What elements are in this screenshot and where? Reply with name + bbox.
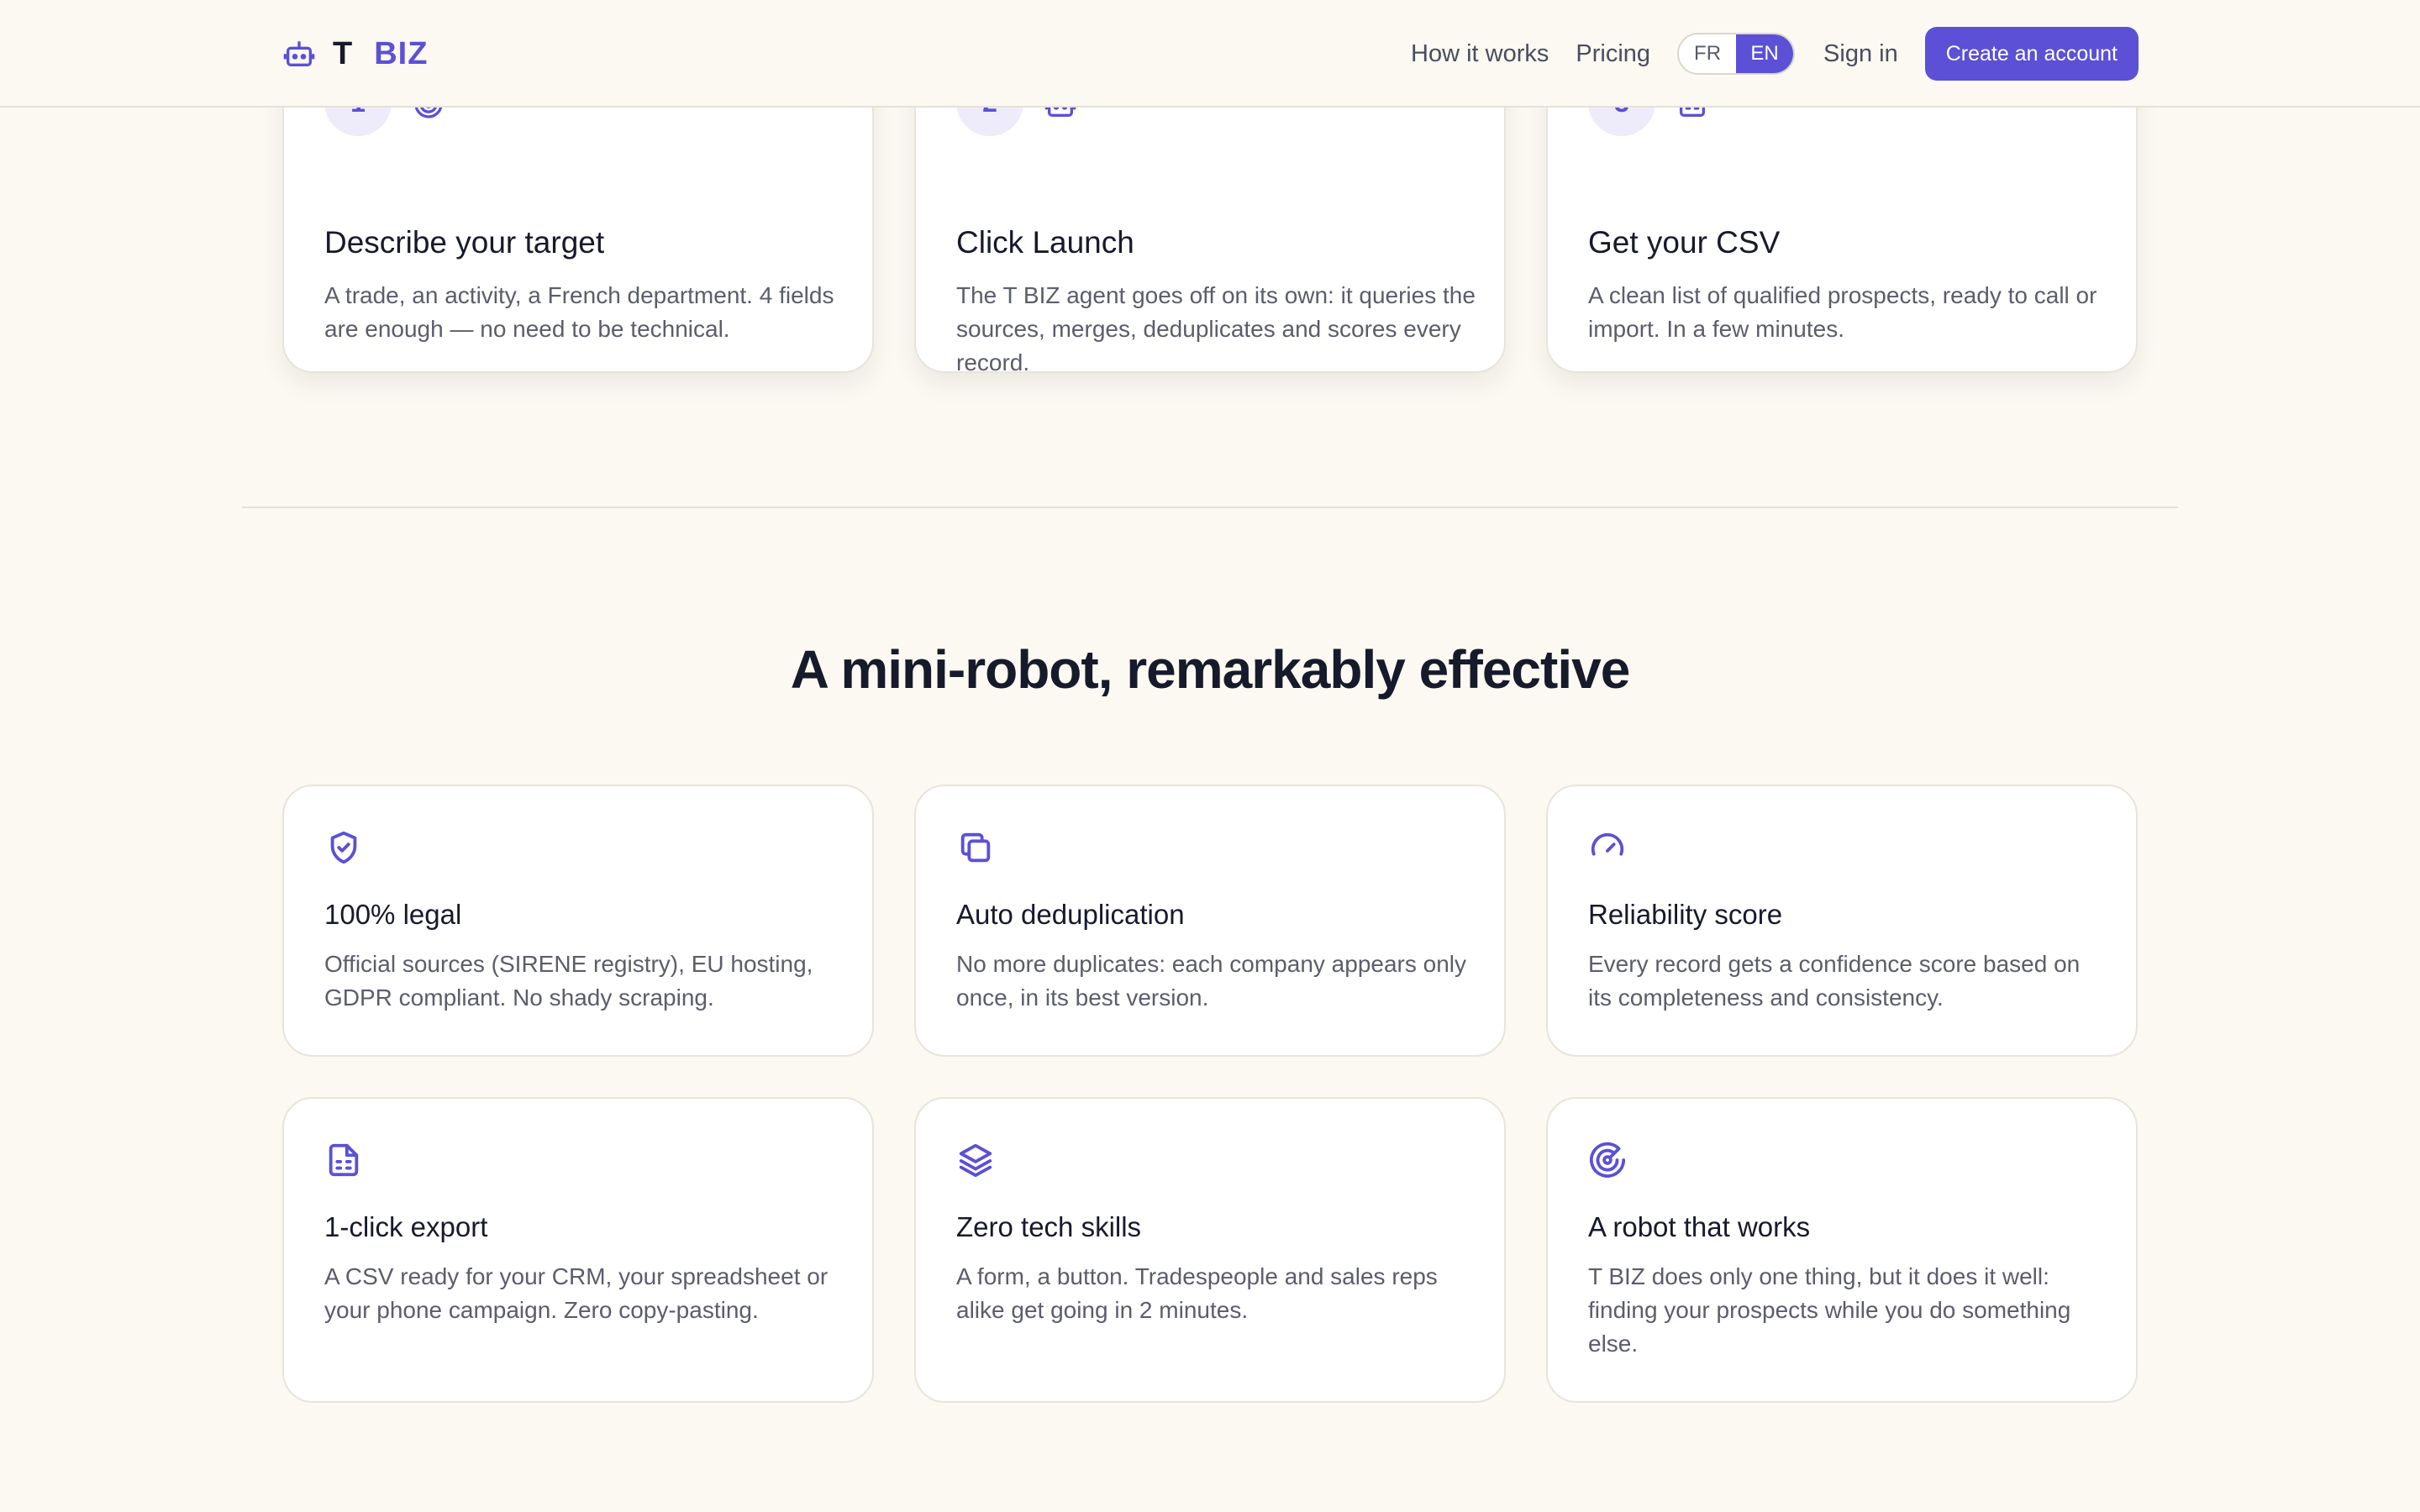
- feature-title: Zero tech skills: [956, 1211, 1142, 1242]
- brand-name-biz: BIZ: [374, 35, 429, 71]
- feature-description: No more duplicates: each company appears…: [956, 951, 1467, 1011]
- feature-description: T BIZ does only one thing, but it does i…: [1588, 1263, 2071, 1357]
- step-title: Get your CSV: [1588, 225, 1781, 260]
- feature-title: 1-click export: [324, 1211, 488, 1242]
- feature-title: A robot that works: [1588, 1211, 1811, 1242]
- brand-logo[interactable]: T BIZ: [282, 34, 428, 74]
- page: 1 Describe your target A trade, an activ…: [0, 0, 2420, 1512]
- feature-card-legal: 100% legal Official sources (SIRENE regi…: [282, 785, 874, 1057]
- create-account-button[interactable]: Create an account: [1924, 27, 2139, 81]
- top-navbar: T BIZ How it works Pricing FR EN Sign in…: [0, 0, 2420, 108]
- section-title: A mini-robot, remarkably effective: [790, 639, 1631, 700]
- shield-check-icon: [330, 831, 357, 864]
- feature-card-deduplication: Auto deduplication No more duplicates: e…: [914, 785, 1506, 1057]
- feature-title: 100% legal: [324, 899, 462, 930]
- main-nav: How it works Pricing FR EN Sign in Creat…: [1411, 27, 2139, 81]
- feature-description: Every record gets a confidence score bas…: [1588, 951, 2081, 1011]
- feature-description: Official sources (SIRENE registry), EU h…: [324, 951, 813, 1011]
- feature-title: Auto deduplication: [956, 899, 1185, 930]
- radar-icon: [1589, 1142, 1626, 1178]
- language-fr-button[interactable]: FR: [1679, 34, 1736, 73]
- step-description: A trade, an activity, a French departmen…: [324, 282, 834, 342]
- step-description: The T BIZ agent goes off on its own: it …: [956, 282, 1476, 375]
- feature-title: Reliability score: [1588, 899, 1783, 930]
- language-en-button[interactable]: EN: [1736, 34, 1794, 73]
- nav-how-it-works-link[interactable]: How it works: [1411, 40, 1549, 68]
- language-toggle: FR EN: [1677, 33, 1796, 75]
- step-description: A clean list of qualified prospects, rea…: [1588, 282, 2097, 342]
- feature-description: A form, a button. Tradespeople and sales…: [956, 1263, 1438, 1323]
- robot-icon: [283, 41, 315, 67]
- feature-card-export: 1-click export A CSV ready for your CRM,…: [282, 1097, 874, 1403]
- gauge-icon: [1591, 832, 1624, 856]
- copy-icon: [960, 832, 991, 863]
- step-title: Describe your target: [324, 225, 605, 260]
- feature-card-reliability: Reliability score Every record gets a co…: [1546, 785, 2138, 1057]
- section-divider: [242, 507, 2178, 508]
- layers-icon: [959, 1143, 992, 1178]
- brand-name-t: T: [333, 35, 353, 71]
- step-title: Click Launch: [956, 225, 1134, 260]
- nav-pricing-link[interactable]: Pricing: [1576, 40, 1650, 68]
- feature-description: A CSV ready for your CRM, your spreadshe…: [324, 1263, 829, 1323]
- feature-card-zero-tech: Zero tech skills A form, a button. Trade…: [914, 1097, 1506, 1403]
- feature-card-robot-works: A robot that works T BIZ does only one t…: [1546, 1097, 2138, 1403]
- file-spreadsheet-icon: [329, 1143, 359, 1177]
- sign-in-link[interactable]: Sign in: [1823, 40, 1898, 68]
